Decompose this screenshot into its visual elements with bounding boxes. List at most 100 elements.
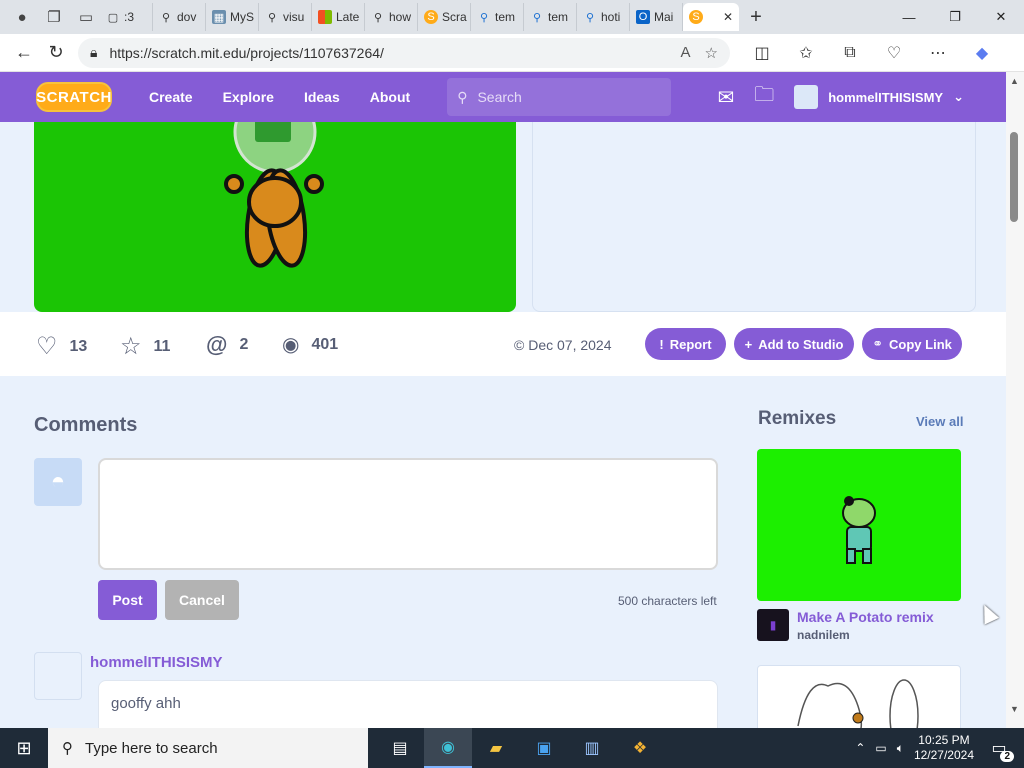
nav-create[interactable]: Create [134,89,208,105]
url-field[interactable]: 🔒︎ https://scratch.mit.edu/projects/1107… [78,37,730,68]
project-stage[interactable] [34,90,516,312]
link-icon: ⚭ [872,336,884,351]
clock[interactable]: 10:25 PM 12/27/2024 [914,733,974,763]
back-icon[interactable]: ← [8,37,40,69]
remix-sketch [797,679,919,728]
post-button[interactable]: Post [98,580,157,620]
love-stat[interactable]: ♡ 13 [36,332,87,361]
report-button[interactable]: ! Report [645,328,726,360]
search-icon: ⚲ [479,11,489,24]
search-placeholder: Search [477,89,522,105]
remix-author[interactable]: nadnilem [797,628,850,642]
remix-title[interactable]: Make A Potato remix [797,609,934,625]
scrollbar-thumb[interactable] [1010,132,1018,222]
browser-essentials-icon[interactable]: ♡ [878,43,910,63]
address-bar-row: ← ↻ 🔒︎ https://scratch.mit.edu/projects/… [0,34,1024,72]
workspaces-icon[interactable]: ❐ [40,3,68,31]
comment-username[interactable]: hommelITHISISMY [90,654,223,671]
file-explorer-icon[interactable]: ▰ [472,728,520,768]
notifications-icon[interactable]: ▭ 2 [984,738,1014,762]
cat-icon: ◓ [50,468,66,495]
windows-icon [318,10,332,24]
document-app-icon[interactable]: ▥ [568,728,616,768]
user-menu[interactable]: hommelITHISISMY ⌄ [794,85,964,109]
search-icon: ⚲ [161,11,171,24]
favorite-stat[interactable]: ☆ 11 [120,332,170,361]
close-tab-icon[interactable]: ✕ [723,10,733,24]
page-icon: ▢ [107,11,119,24]
copilot-icon[interactable]: ◆ [966,43,998,63]
comments-heading: Comments [34,414,138,436]
nav-ideas[interactable]: Ideas [289,89,355,105]
lock-icon[interactable]: 🔒︎ [90,44,97,61]
search-icon: ⚲ [267,11,277,24]
search-icon: ⚲ [532,11,542,24]
task-view-icon[interactable]: ▤ [376,728,424,768]
browser-tab[interactable]: ⚲ how [365,3,418,31]
comment-textarea[interactable] [98,458,718,570]
messages-icon[interactable]: ✉ [717,85,734,110]
search-icon: ⚲ [585,11,595,24]
remix-sprite [842,496,876,564]
browser-tab[interactable]: S Scra [418,3,471,31]
favorite-star-icon[interactable]: ☆ [705,44,718,62]
network-icon[interactable]: ▭ [875,741,886,755]
edge-browser-icon[interactable]: ◉ [424,728,472,768]
username: hommelITHISISMY [828,89,944,105]
browser-tab[interactable]: Late [312,3,365,31]
browser-tab[interactable]: ⚲ hoti [577,3,630,31]
windows-taskbar: ⊞ ⚲ Type here to search ▤ ◉ ▰ ▣ ▥ ❖ ⌃ ▭ … [0,728,1024,768]
store-app-icon[interactable]: ▣ [520,728,568,768]
project-date: © Dec 07, 2024 [514,337,612,353]
collections-icon[interactable]: ⧉ [834,44,866,62]
browser-tab[interactable]: ▢:3 [100,3,153,31]
scroll-down-icon[interactable]: ▼ [1010,704,1019,714]
remix-thumbnail[interactable] [757,449,961,601]
copy-link-button[interactable]: ⚭ Copy Link [862,328,962,360]
windows-app-icon[interactable]: ❖ [616,728,664,768]
remix-creator-icon[interactable]: ▮ [757,609,789,641]
scratch-logo[interactable]: SCRATCH [36,82,112,112]
add-to-studio-button[interactable]: + Add to Studio [734,328,854,360]
favorites-icon[interactable]: ✩ [790,43,822,63]
nav-explore[interactable]: Explore [208,89,289,105]
browser-tab[interactable]: ⚲ visu [259,3,312,31]
taskbar-search-input[interactable]: ⚲ Type here to search [48,728,368,768]
comment-text: gooffy ahh [98,680,718,728]
split-screen-icon[interactable]: ◫ [746,43,778,63]
restore-icon[interactable]: ❐ [932,0,978,34]
browser-tab[interactable]: O Mai [630,3,683,31]
page-scrollbar[interactable]: ▲ ▼ [1006,72,1024,728]
comment-avatar[interactable] [34,652,82,700]
remix-stat: @ 2 [206,332,249,357]
volume-icon[interactable]: 🔈︎ [897,741,904,756]
tab-actions-icon[interactable]: ▭ [72,3,100,31]
browser-tab[interactable]: ⚲ tem [524,3,577,31]
my-stuff-folder-icon[interactable]: 🗀 [754,80,774,114]
profile-icon[interactable]: ● [8,3,36,31]
browser-tab[interactable]: ▦ MyS [206,3,259,31]
system-tray: ⌃ ▭ 🔈︎ 10:25 PM 12/27/2024 ▭ 2 [855,733,1024,763]
scratch-search-input[interactable]: ⚲ Search [447,78,672,116]
browser-tab-active[interactable]: S ✕ [683,3,739,31]
new-tab-button[interactable]: + [739,3,773,31]
url-text: https://scratch.mit.edu/projects/1107637… [109,44,384,61]
outlook-icon: O [636,10,650,24]
refresh-icon[interactable]: ↻ [40,37,72,69]
windows-start-icon[interactable]: ⊞ [0,728,48,768]
browser-tab[interactable]: ⚲ dov [153,3,206,31]
exclamation-icon: ! [659,336,664,352]
read-aloud-icon[interactable]: A [681,44,691,62]
more-menu-icon[interactable]: ⋯ [922,43,954,63]
view-all-link[interactable]: View all [916,414,963,429]
nav-about[interactable]: About [355,89,425,105]
view-stat: ◉ 401 [282,334,339,356]
search-icon: ⚲ [457,88,468,105]
close-window-icon[interactable]: ✕ [978,0,1024,34]
scroll-up-icon[interactable]: ▲ [1010,76,1019,86]
chevron-up-icon[interactable]: ⌃ [855,741,865,755]
browser-tab[interactable]: ⚲ tem [471,3,524,31]
cancel-button[interactable]: Cancel [165,580,239,620]
minimize-icon[interactable]: — [886,0,932,34]
remix-thumbnail-2[interactable] [757,665,961,728]
